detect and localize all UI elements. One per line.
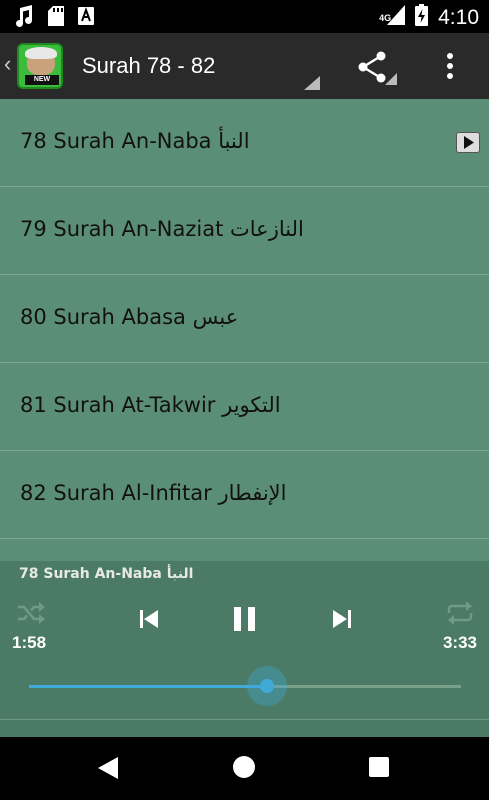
list-item-label: 81 Surah At-Takwir التكوير bbox=[20, 393, 281, 417]
divider bbox=[0, 719, 489, 720]
status-bar: 4G 4:10 bbox=[0, 0, 489, 33]
overflow-menu-button[interactable] bbox=[440, 51, 460, 81]
sd-card-icon bbox=[48, 6, 64, 31]
nav-recents-button[interactable] bbox=[369, 757, 389, 777]
pause-icon bbox=[234, 607, 255, 631]
list-item[interactable]: 78 Surah An-Naba النبأ bbox=[0, 99, 489, 187]
share-icon bbox=[358, 51, 397, 85]
app-icon-badge: NEW bbox=[25, 75, 59, 85]
font-a-icon bbox=[78, 7, 94, 30]
play-icon bbox=[464, 136, 474, 149]
current-time: 1:58 bbox=[12, 633, 47, 652]
list-item-label: 79 Surah An-Naziat النازعات bbox=[20, 217, 304, 241]
repeat-icon bbox=[447, 601, 473, 625]
skip-previous-icon bbox=[140, 610, 158, 628]
app-logo[interactable]: NEW bbox=[17, 43, 63, 89]
skip-next-icon bbox=[333, 610, 351, 628]
back-chevron-icon[interactable]: ‹ bbox=[4, 51, 11, 77]
seek-thumb[interactable] bbox=[246, 666, 287, 706]
seek-bar-progress bbox=[29, 685, 267, 688]
system-nav-bar bbox=[0, 737, 489, 800]
duration: 3:33 bbox=[442, 633, 477, 652]
seek-bar[interactable] bbox=[29, 666, 461, 706]
nav-back-button[interactable] bbox=[97, 756, 119, 785]
battery-charging-icon bbox=[415, 4, 429, 31]
list-item-label: 82 Surah Al-Infitar الإنفطار bbox=[20, 481, 287, 505]
repeat-button[interactable] bbox=[445, 601, 475, 630]
list-item-label: 80 Surah Abasa عبس bbox=[20, 305, 239, 329]
nav-back-icon bbox=[98, 757, 118, 779]
clock: 4:10 bbox=[438, 5, 479, 29]
list-item-label: 78 Surah An-Naba النبأ bbox=[20, 129, 250, 153]
list-item[interactable]: 81 Surah At-Takwir التكوير bbox=[0, 363, 489, 451]
shuffle-button[interactable] bbox=[16, 601, 46, 630]
list-item[interactable]: 80 Surah Abasa عبس bbox=[0, 275, 489, 363]
previous-button[interactable] bbox=[137, 607, 161, 636]
app-toolbar: ‹ NEW Surah 78 - 82 bbox=[0, 33, 489, 99]
page-title[interactable]: Surah 78 - 82 bbox=[82, 53, 215, 79]
nav-home-button[interactable] bbox=[233, 756, 255, 778]
shuffle-icon bbox=[18, 602, 45, 624]
network-type: 4G bbox=[379, 12, 392, 23]
overflow-menu-icon bbox=[447, 53, 453, 79]
dropdown-corner-icon bbox=[304, 76, 320, 90]
pause-button[interactable] bbox=[232, 605, 258, 638]
now-playing-title: 78 Surah An-Naba النبأ bbox=[19, 566, 194, 582]
surah-list: 78 Surah An-Naba النبأ 79 Surah An-Nazia… bbox=[0, 99, 489, 561]
playing-indicator bbox=[456, 132, 480, 153]
list-item[interactable]: 82 Surah Al-Infitar الإنفطار bbox=[0, 451, 489, 539]
list-item[interactable]: 79 Surah An-Naziat النازعات bbox=[0, 187, 489, 275]
share-button[interactable] bbox=[355, 49, 399, 93]
music-note-icon bbox=[14, 5, 34, 32]
media-player: 78 Surah An-Naba النبأ 1:58 3:33 bbox=[0, 561, 489, 737]
next-button[interactable] bbox=[330, 607, 354, 636]
